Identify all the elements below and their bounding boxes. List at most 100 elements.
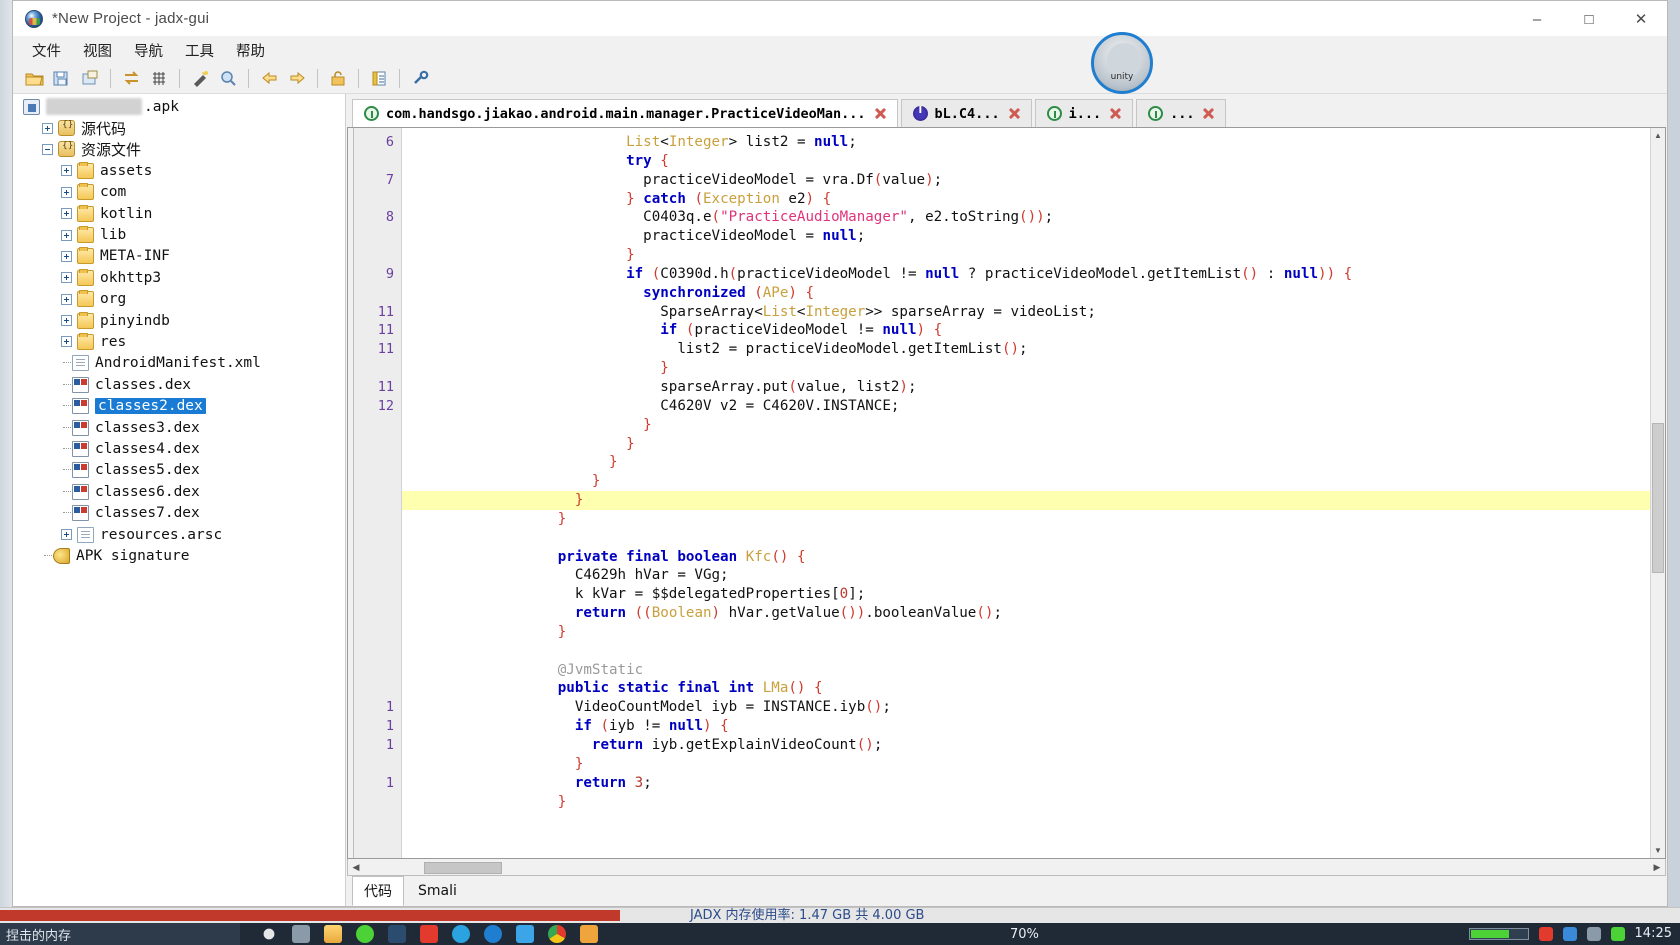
editor-tab-3[interactable]: ... bbox=[1136, 99, 1227, 127]
battery-indicator[interactable] bbox=[1468, 928, 1529, 940]
tab-smali[interactable]: Smali bbox=[406, 878, 469, 904]
taskbar-taskview-icon[interactable] bbox=[292, 925, 310, 943]
code-line[interactable]: } bbox=[402, 472, 1665, 491]
scroll-down-arrow[interactable]: ▼ bbox=[1651, 843, 1665, 858]
tree-expander-collapsed[interactable] bbox=[61, 529, 72, 540]
tree-expander-collapsed[interactable] bbox=[61, 208, 72, 220]
tree-expander-collapsed[interactable] bbox=[61, 186, 72, 198]
tree-item-pinyindb[interactable]: pinyindb bbox=[13, 310, 345, 331]
code-line[interactable]: synchronized (APe) { bbox=[402, 284, 1665, 303]
code-line[interactable]: private final boolean Kfc() { bbox=[402, 548, 1665, 567]
code-line[interactable]: VideoCountModel iyb = INSTANCE.iyb(); bbox=[402, 698, 1665, 717]
tree-root-node[interactable]: .apk bbox=[13, 96, 345, 117]
tray-icon-3[interactable] bbox=[1586, 927, 1601, 941]
code-line[interactable]: try { bbox=[402, 152, 1665, 171]
open-recent-button[interactable] bbox=[325, 66, 351, 91]
code-line[interactable]: practiceVideoModel = null; bbox=[402, 227, 1665, 246]
code-line[interactable]: if (C0390d.h(practiceVideoModel != null … bbox=[402, 265, 1665, 284]
scroll-up-arrow[interactable]: ▲ bbox=[1651, 128, 1665, 143]
tree-expander-expanded[interactable] bbox=[42, 143, 53, 155]
tree-item-androidmanifest-xml[interactable]: AndroidManifest.xml bbox=[13, 353, 345, 374]
tree-item--[interactable]: 资源文件 bbox=[13, 139, 345, 160]
save-all-button[interactable] bbox=[49, 66, 75, 91]
code-line[interactable]: } bbox=[402, 510, 1665, 529]
editor-tab-0[interactable]: com.handsgo.jiakao.android.main.manager.… bbox=[352, 99, 898, 127]
code-viewer[interactable]: 6 7 8 9 11 11 11 11 12 1 1 1 1 List<Integer> list2 =… bbox=[347, 127, 1666, 859]
code-line[interactable]: list2 = practiceVideoModel.getItemList()… bbox=[402, 340, 1665, 359]
code-line[interactable]: List<Integer> list2 = null; bbox=[402, 133, 1665, 152]
taskbar-cortana-icon[interactable] bbox=[260, 925, 278, 943]
code-line[interactable]: if (practiceVideoModel != null) { bbox=[402, 321, 1665, 340]
close-icon[interactable] bbox=[1108, 106, 1123, 121]
code-line[interactable]: return 3; bbox=[402, 774, 1665, 793]
code-line[interactable]: } catch (Exception e2) { bbox=[402, 190, 1665, 209]
tray-icon-1[interactable] bbox=[1538, 927, 1553, 941]
menu-file[interactable]: 文件 bbox=[23, 38, 70, 63]
tree-item-kotlin[interactable]: kotlin bbox=[13, 203, 345, 224]
code-line[interactable] bbox=[402, 529, 1665, 548]
tree-item-classes3-dex[interactable]: classes3.dex bbox=[13, 417, 345, 438]
tree-expander-collapsed[interactable] bbox=[61, 336, 72, 348]
taskbar-skype-icon[interactable] bbox=[452, 925, 470, 943]
deobfuscation-button[interactable] bbox=[187, 66, 213, 91]
code-line[interactable]: } bbox=[402, 435, 1665, 454]
horizontal-scroll-thumb[interactable] bbox=[424, 861, 502, 874]
tree-expander-collapsed[interactable] bbox=[61, 165, 72, 177]
code-line[interactable] bbox=[402, 642, 1665, 661]
search-button[interactable] bbox=[215, 66, 241, 91]
code-line[interactable]: return ((Boolean) hVar.getValue()).boole… bbox=[402, 604, 1665, 623]
code-line[interactable]: } bbox=[402, 359, 1665, 378]
horizontal-scrollbar[interactable]: ◀ ▶ bbox=[347, 859, 1666, 876]
project-tree[interactable]: .apk 源代码资源文件 assets com kotlin lib META-INF okh… bbox=[13, 94, 346, 906]
code-line[interactable]: practiceVideoModel = vra.Df(value); bbox=[402, 171, 1665, 190]
taskbar-explorer-icon[interactable] bbox=[324, 925, 342, 943]
code-line[interactable]: C4620V v2 = C4620V.INSTANCE; bbox=[402, 397, 1665, 416]
back-button[interactable] bbox=[256, 66, 282, 91]
code-line[interactable]: sparseArray.put(value, list2); bbox=[402, 378, 1665, 397]
preferences-button[interactable] bbox=[407, 66, 433, 91]
tree-item-okhttp3[interactable]: okhttp3 bbox=[13, 267, 345, 288]
tree-item-classes6-dex[interactable]: classes6.dex bbox=[13, 481, 345, 502]
taskbar-clock[interactable]: 14:25 bbox=[1635, 927, 1672, 941]
code-line[interactable]: } bbox=[402, 755, 1665, 774]
tree-expander-collapsed[interactable] bbox=[61, 250, 72, 262]
code-line[interactable]: @JvmStatic bbox=[402, 661, 1665, 680]
code-line[interactable]: public static final int LMa() { bbox=[402, 679, 1665, 698]
code-line[interactable]: } bbox=[402, 246, 1665, 265]
decompile-all-button[interactable] bbox=[146, 66, 172, 91]
tab-code[interactable]: 代码 bbox=[352, 876, 404, 906]
tree-item-classes-dex[interactable]: classes.dex bbox=[13, 374, 345, 395]
menu-help[interactable]: 帮助 bbox=[227, 38, 274, 63]
code-line[interactable]: C0403q.e("PracticeAudioManager", e2.toSt… bbox=[402, 208, 1665, 227]
scroll-right-arrow[interactable]: ▶ bbox=[1649, 862, 1665, 873]
tree-item-meta-inf[interactable]: META-INF bbox=[13, 246, 345, 267]
tree-item-lib[interactable]: lib bbox=[13, 224, 345, 245]
tree-expander-collapsed[interactable] bbox=[61, 272, 72, 284]
tree-item-classes4-dex[interactable]: classes4.dex bbox=[13, 438, 345, 459]
code-line[interactable]: if (iyb != null) { bbox=[402, 717, 1665, 736]
taskbar-media-icon[interactable] bbox=[388, 925, 406, 943]
minimize-button[interactable]: – bbox=[1511, 1, 1563, 37]
tree-expander-collapsed[interactable] bbox=[61, 315, 72, 327]
menu-navigate[interactable]: 导航 bbox=[125, 38, 172, 63]
horizontal-scroll-track[interactable] bbox=[364, 861, 1649, 874]
code-line[interactable]: return iyb.getExplainVideoCount(); bbox=[402, 736, 1665, 755]
code-line[interactable]: k kVar = $$delegatedProperties[0]; bbox=[402, 585, 1665, 604]
tray-icon-2[interactable] bbox=[1562, 927, 1577, 941]
taskbar-youtube-icon[interactable] bbox=[420, 925, 438, 943]
taskbar-wechat-icon[interactable] bbox=[356, 925, 374, 943]
log-viewer-button[interactable] bbox=[366, 66, 392, 91]
editor-tab-2[interactable]: i... bbox=[1034, 99, 1134, 127]
close-icon[interactable] bbox=[1201, 106, 1216, 121]
forward-button[interactable] bbox=[284, 66, 310, 91]
open-file-button[interactable] bbox=[21, 66, 47, 91]
code-line[interactable]: } bbox=[402, 491, 1665, 510]
taskbar-edge-icon[interactable] bbox=[484, 925, 502, 943]
tree-item-res[interactable]: res bbox=[13, 331, 345, 352]
taskbar-app-icon[interactable] bbox=[516, 925, 534, 943]
code-text-area[interactable]: List<Integer> list2 = null; try { practi… bbox=[402, 128, 1665, 858]
scroll-left-arrow[interactable]: ◀ bbox=[348, 862, 364, 873]
reload-button[interactable] bbox=[118, 66, 144, 91]
close-icon[interactable] bbox=[1007, 106, 1022, 121]
code-line[interactable]: } bbox=[402, 416, 1665, 435]
